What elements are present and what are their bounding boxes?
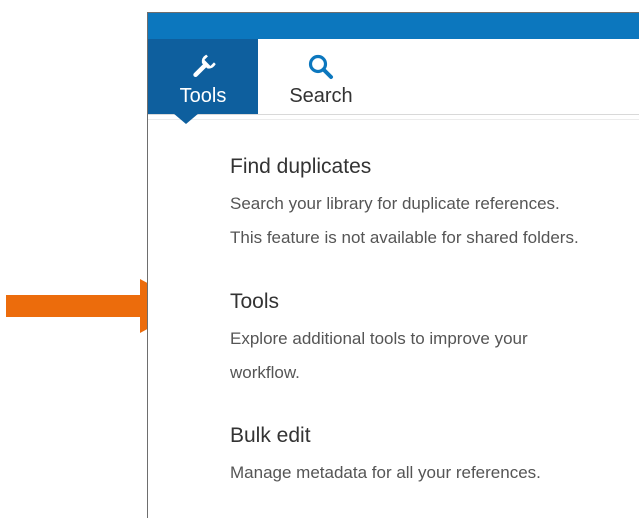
section-description: Search your library for duplicate refere… bbox=[230, 187, 639, 255]
section-title[interactable]: Find duplicates bbox=[230, 154, 639, 180]
tab-search-label: Search bbox=[289, 85, 353, 107]
section-description-line: Manage metadata for all your references. bbox=[230, 463, 541, 482]
section-title[interactable]: Bulk edit bbox=[230, 423, 639, 449]
tab-tools[interactable]: Tools bbox=[148, 39, 258, 114]
section-description: Manage metadata for all your references. bbox=[230, 456, 639, 490]
section-bulk-edit[interactable]: Bulk edit Manage metadata for all your r… bbox=[230, 423, 639, 490]
tools-panel: Tools Search Find duplicates Search your… bbox=[147, 12, 639, 518]
wrench-icon bbox=[148, 53, 258, 81]
tab-search[interactable]: Search bbox=[258, 39, 384, 114]
tab-divider bbox=[148, 114, 639, 115]
header-bar bbox=[148, 13, 639, 39]
tab-divider-shadow bbox=[148, 119, 639, 120]
section-description-line: workflow. bbox=[230, 363, 300, 382]
section-description-line: This feature is not available for shared… bbox=[230, 228, 579, 247]
section-tools[interactable]: Tools Explore additional tools to improv… bbox=[230, 289, 639, 390]
active-tab-pointer bbox=[173, 113, 199, 124]
section-description-line: Explore additional tools to improve your bbox=[230, 329, 528, 348]
tab-tools-label: Tools bbox=[179, 85, 227, 107]
search-icon bbox=[258, 53, 384, 81]
section-title[interactable]: Tools bbox=[230, 289, 639, 315]
section-find-duplicates[interactable]: Find duplicates Search your library for … bbox=[230, 154, 639, 255]
section-description: Explore additional tools to improve your… bbox=[230, 322, 639, 390]
section-description-line: Search your library for duplicate refere… bbox=[230, 194, 560, 213]
